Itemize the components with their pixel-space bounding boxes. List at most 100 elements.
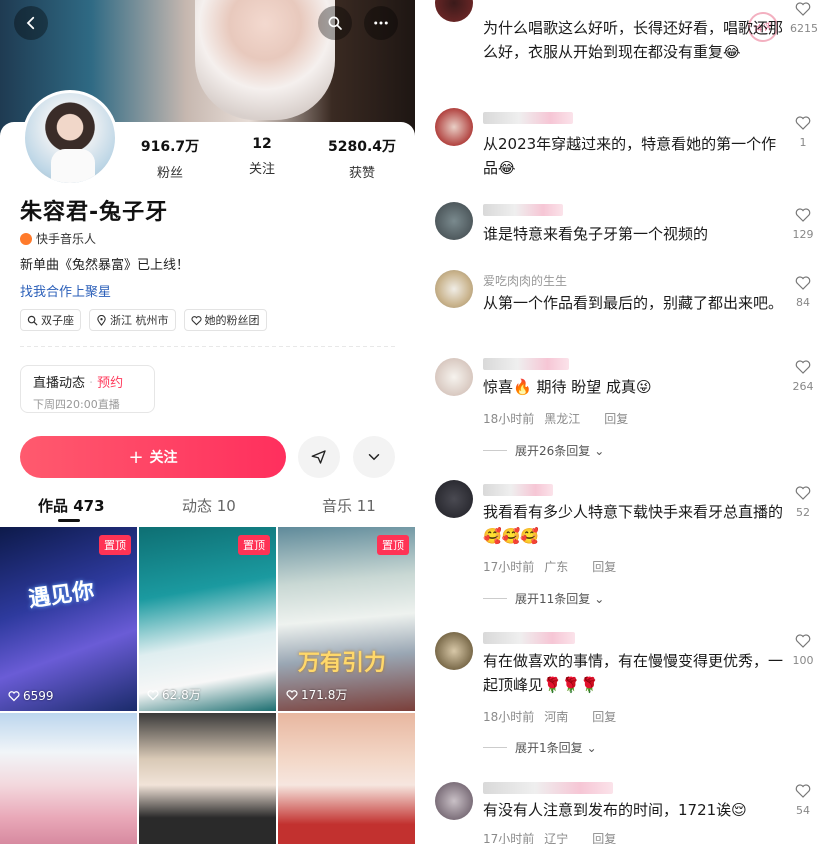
expand-line [483, 598, 507, 599]
video-card[interactable]: 万有引力 置顶 171.8万 [278, 527, 415, 711]
commenter-name[interactable]: 爱吃肉肉的生生 [483, 272, 567, 289]
commenter-avatar[interactable] [435, 480, 473, 518]
comment-time: 17小时前 [483, 832, 535, 844]
more-options-button[interactable] [353, 436, 395, 478]
live-card[interactable]: 直播动态 · 预约 下周四20:00直播 [20, 365, 155, 413]
video-card[interactable] [0, 713, 137, 844]
commenter-avatar[interactable] [435, 0, 473, 22]
screenshot-root: 916.7万 粉丝 12 关注 5280.4万 获赞 朱容君-兔子牙 快手音乐人… [0, 0, 830, 844]
heart-outline-icon [795, 360, 811, 374]
comment-text: 为什么唱歌这么好听，长得还好看，唱歌还那么好，衣服从开始到现在都没有重复😂 [483, 19, 784, 61]
tab-moments[interactable]: 动态 10 [182, 495, 236, 516]
comment-text: 从第一个作品看到最后的，别藏了都出来吧。 [483, 294, 784, 312]
comment-like-count: 84 [796, 296, 810, 309]
comment-like-button[interactable]: 129 [790, 206, 816, 241]
share-button[interactable] [298, 436, 340, 478]
video-card[interactable] [139, 713, 276, 844]
heart-icon [147, 689, 159, 700]
back-button[interactable] [14, 6, 48, 40]
stat-following[interactable]: 12 关注 [222, 136, 302, 177]
comment-like-button[interactable]: 100 [790, 632, 816, 667]
live-title: 直播动态 [33, 376, 86, 391]
heart-outline-icon [795, 116, 811, 130]
commenter-avatar[interactable] [435, 358, 473, 396]
comment-like-button[interactable]: 264 [790, 358, 816, 393]
tab-music[interactable]: 音乐 11 [322, 495, 376, 516]
live-reserve[interactable]: 预约 [97, 376, 123, 391]
chevron-down-icon: ⌄ [586, 740, 597, 755]
heart-outline-icon [190, 315, 202, 325]
video-card[interactable]: 遇见你 置顶 6599 [0, 527, 137, 711]
comment-time: 18小时前 [483, 710, 535, 724]
commenter-avatar[interactable] [435, 202, 473, 240]
reply-button[interactable]: 回复 [592, 560, 616, 574]
comment-meta: 18小时前 河南 回复 [483, 708, 626, 725]
chevron-down-icon [368, 454, 380, 461]
video-card[interactable] [278, 713, 415, 844]
expand-replies[interactable]: 展开1条回复 ⌄ [483, 739, 597, 756]
tag-location[interactable]: 浙江 杭州市 [89, 309, 176, 331]
live-time: 下周四20:00直播 [33, 398, 120, 411]
comment-like-count: 6215 [790, 22, 818, 35]
heart-outline-icon [795, 276, 811, 290]
video-likes-count: 62.8万 [162, 688, 201, 702]
commenter-avatar[interactable] [435, 632, 473, 670]
commenter-avatar[interactable] [435, 108, 473, 146]
video-grid: 遇见你 置顶 6599 置顶 62.8万 万有引力 置顶 171.8万 [0, 527, 415, 844]
comment-meta: 17小时前 广东 回复 [483, 558, 626, 575]
comment-like-button[interactable]: 54 [790, 782, 816, 817]
comment-text: 谁是特意来看兔子牙第一个视频的 [483, 225, 709, 243]
comment-time: 17小时前 [483, 560, 535, 574]
more-icon [374, 21, 388, 25]
expand-replies[interactable]: 展开26条回复 ⌄ [483, 442, 604, 459]
send-icon [311, 450, 326, 464]
stat-likes[interactable]: 5280.4万 获赞 [314, 136, 410, 181]
music-badge-icon [20, 232, 32, 245]
video-overlay-text: 万有引力 [298, 650, 387, 676]
comment-text: 我看看有多少人特意下载快手来看牙总直播的🥰🥰🥰 [483, 503, 784, 545]
commenter-name-blurred [483, 782, 613, 794]
tag-fan-club[interactable]: 她的粉丝团 [183, 309, 267, 331]
comment-like-button[interactable]: 52 [790, 484, 816, 519]
video-likes: 6599 [8, 689, 54, 703]
heart-outline-icon [795, 634, 811, 648]
stat-fans[interactable]: 916.7万 粉丝 [130, 136, 210, 181]
expand-replies[interactable]: 展开11条回复 ⌄ [483, 590, 604, 607]
comment-like-button[interactable]: 6215 [790, 0, 818, 35]
profile-bio: 新单曲《兔然暴富》已上线！ [20, 258, 190, 273]
video-likes: 62.8万 [147, 686, 201, 703]
search-tag-icon [27, 315, 38, 326]
video-card[interactable]: 置顶 62.8万 [139, 527, 276, 711]
comment-text: 惊喜🔥 期待 盼望 成真😜 [483, 378, 652, 396]
profile-tabs: 作品 473 动态 10 音乐 11 [0, 495, 415, 525]
cooperation-link[interactable]: 找我合作上聚星 [20, 281, 111, 300]
video-likes-count: 171.8万 [301, 688, 348, 702]
avatar[interactable] [22, 90, 118, 186]
comment-like-button[interactable]: 84 [790, 274, 816, 309]
stat-label: 获赞 [348, 166, 375, 181]
comments-panel: 神评 为什么唱歌这么好听，长得还好看，唱歌还那么好，衣服从开始到现在都没有重复😂… [415, 0, 830, 844]
search-button[interactable] [318, 6, 352, 40]
reply-button[interactable]: 回复 [604, 412, 628, 426]
stat-label: 粉丝 [156, 166, 183, 181]
follow-button[interactable]: + 关注 [20, 436, 286, 478]
reply-button[interactable]: 回复 [592, 832, 616, 844]
avatar-figure [51, 149, 95, 183]
tab-works[interactable]: 作品 473 [38, 495, 105, 516]
reply-button[interactable]: 回复 [592, 710, 616, 724]
heart-outline-icon [795, 784, 811, 798]
commenter-avatar[interactable] [435, 270, 473, 308]
heart-outline-icon [795, 2, 811, 16]
commenter-avatar[interactable] [435, 782, 473, 820]
profile-panel: 916.7万 粉丝 12 关注 5280.4万 获赞 朱容君-兔子牙 快手音乐人… [0, 0, 415, 844]
more-button[interactable] [364, 6, 398, 40]
tag-zodiac[interactable]: 双子座 [20, 309, 81, 331]
location-pin-icon [97, 314, 106, 326]
stat-label: 关注 [248, 162, 275, 177]
expand-line [483, 450, 507, 451]
comment-like-button[interactable]: 1 [790, 114, 816, 149]
verify-badge: 快手音乐人 [20, 230, 96, 247]
commenter-name-blurred [483, 112, 573, 124]
comment-location: 广东 [544, 560, 569, 574]
divider [20, 346, 395, 347]
